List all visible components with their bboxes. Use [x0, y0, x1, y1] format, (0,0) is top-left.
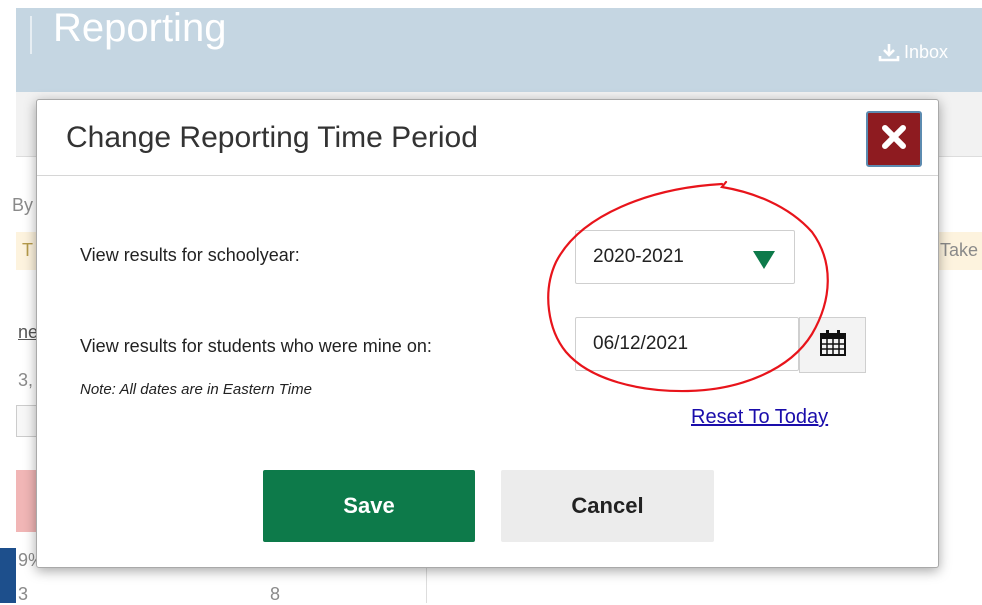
- dialog-header: Change Reporting Time Period: [37, 100, 938, 176]
- save-button[interactable]: Save: [263, 470, 475, 542]
- students-date-label: View results for students who were mine …: [80, 336, 432, 356]
- bg-text-8: 8: [270, 584, 281, 604]
- bg-text-take: Take: [940, 240, 979, 260]
- dialog-title: Change Reporting Time Period: [66, 121, 478, 154]
- header-divider: [30, 16, 32, 54]
- bg-text-t: T: [22, 240, 33, 260]
- bg-text-3-comma: 3,: [18, 370, 34, 390]
- cancel-button[interactable]: Cancel: [501, 470, 714, 542]
- bg-score-bar: [16, 470, 38, 532]
- calendar-icon: [818, 328, 848, 363]
- bg-text-3: 3: [18, 584, 29, 604]
- app-title: Reporting: [53, 6, 227, 50]
- close-x-icon: [881, 124, 907, 155]
- change-time-period-dialog: Change Reporting Time Period View result…: [36, 99, 939, 568]
- bg-side-tab[interactable]: [0, 548, 16, 603]
- close-button[interactable]: [866, 111, 922, 167]
- caret-down-icon: [753, 251, 775, 274]
- date-input[interactable]: [575, 317, 799, 371]
- reset-to-today-link[interactable]: Reset To Today: [691, 406, 828, 429]
- calendar-button[interactable]: [799, 317, 866, 373]
- download-icon: [878, 42, 900, 62]
- inbox-link[interactable]: Inbox: [878, 40, 948, 64]
- schoolyear-label: View results for schoolyear:: [80, 245, 300, 265]
- schoolyear-select[interactable]: 2020-2021: [575, 230, 795, 284]
- bg-text-by: By: [12, 195, 34, 215]
- user-email[interactable]: sean.smithteacher@reacdee: [754, 0, 982, 14]
- timezone-note: Note: All dates are in Eastern Time: [80, 381, 312, 398]
- inbox-label: Inbox: [904, 41, 949, 62]
- schoolyear-value: 2020-2021: [593, 246, 684, 267]
